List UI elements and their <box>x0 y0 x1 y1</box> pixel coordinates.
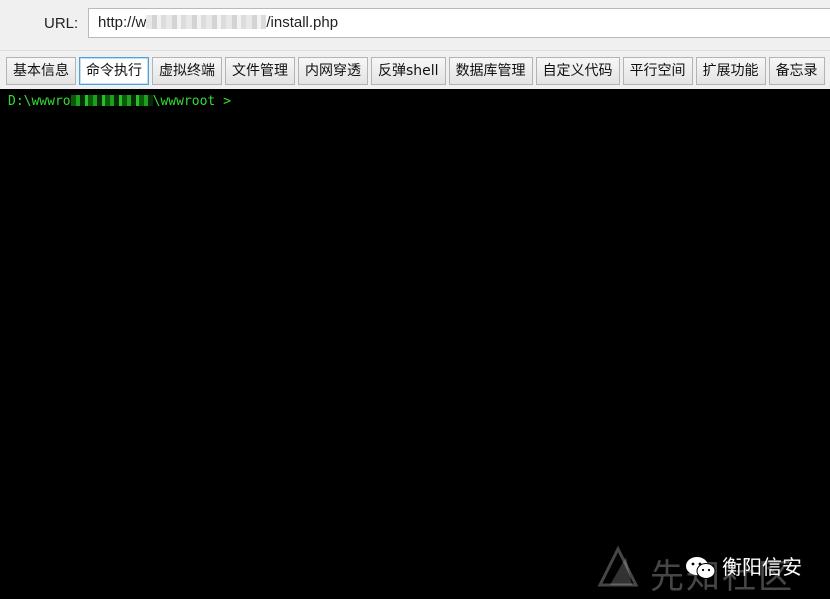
prompt-path-prefix: D:\wwwro <box>8 94 71 109</box>
url-input[interactable]: http://w/install.php <box>88 8 830 38</box>
tab-list: 基本信息 命令执行 虚拟终端 文件管理 内网穿透 反弹shell 数据库管理 自… <box>6 57 825 85</box>
tab-command-exec[interactable]: 命令执行 <box>79 57 149 85</box>
command-terminal[interactable]: D:\wwwro \wwwroot > 先知社区 衡阳信安 <box>0 89 830 599</box>
url-suffix: /install.php <box>266 14 339 31</box>
tab-bar: 基本信息 命令执行 虚拟终端 文件管理 内网穿透 反弹shell 数据库管理 自… <box>0 50 830 89</box>
watermark: 先知社区 衡阳信安 <box>596 545 826 597</box>
prompt-redaction <box>70 95 153 106</box>
tab-basic-info[interactable]: 基本信息 <box>6 57 76 85</box>
tab-reverse-shell[interactable]: 反弹shell <box>371 57 446 85</box>
tab-memo[interactable]: 备忘录 <box>768 57 825 85</box>
tab-extensions[interactable]: 扩展功能 <box>695 57 766 85</box>
tab-custom-code[interactable]: 自定义代码 <box>535 57 620 85</box>
wechat-icon <box>686 557 716 579</box>
xianzhi-logo-icon <box>597 545 639 587</box>
url-prefix: http://w <box>98 14 147 31</box>
tab-database-manager[interactable]: 数据库管理 <box>448 57 533 85</box>
watermark-brand-text: 衡阳信安 <box>722 555 802 579</box>
tab-virtual-terminal[interactable]: 虚拟终端 <box>152 57 222 85</box>
tab-intranet-tunnel[interactable]: 内网穿透 <box>298 57 368 85</box>
url-redaction <box>146 15 267 29</box>
webshell-manager-window: URL: http://w/install.php 基本信息 命令执行 虚拟终端… <box>0 0 830 599</box>
prompt-path-suffix: \wwwroot > <box>152 94 231 109</box>
tab-parallel-space[interactable]: 平行空间 <box>622 57 693 85</box>
url-bar: URL: http://w/install.php <box>0 0 830 50</box>
url-label: URL: <box>44 15 79 32</box>
tab-file-manager[interactable]: 文件管理 <box>225 57 295 85</box>
terminal-prompt: D:\wwwro \wwwroot > <box>8 94 231 109</box>
